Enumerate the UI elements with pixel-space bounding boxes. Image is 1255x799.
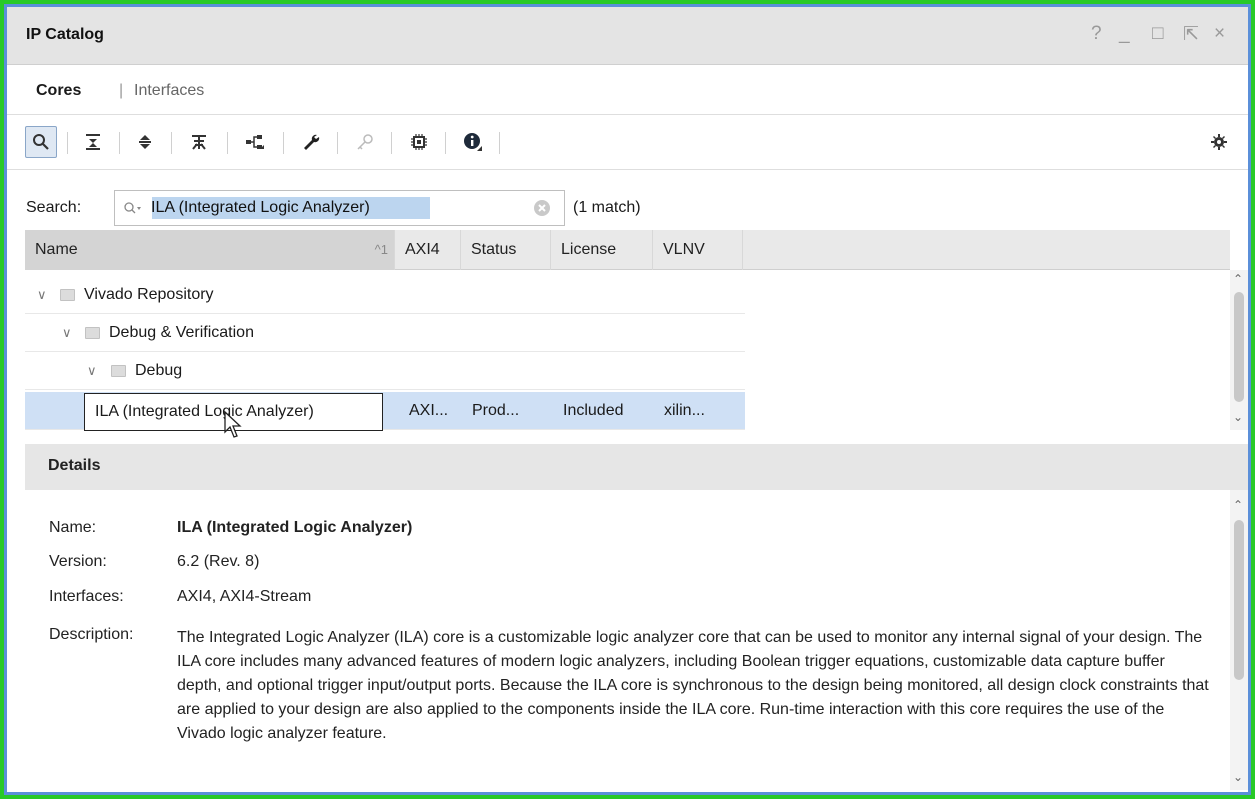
- details-version-label: Version:: [49, 553, 107, 570]
- column-name[interactable]: Name ^1: [25, 230, 395, 270]
- scroll-up-icon[interactable]: ⌃: [1233, 498, 1243, 512]
- chevron-down-icon[interactable]: ∨: [37, 276, 47, 314]
- details-description-label: Description:: [49, 626, 134, 643]
- details-title: Details: [48, 457, 101, 474]
- column-axi4[interactable]: AXI4: [395, 230, 461, 270]
- cell-license: Included: [563, 402, 624, 419]
- table-scrollbar[interactable]: ⌃ ⌄: [1230, 270, 1248, 430]
- details-panel: Name: ILA (Integrated Logic Analyzer) Ve…: [25, 490, 1248, 792]
- key-icon[interactable]: [349, 126, 381, 158]
- tree-row-label: Debug & Verification: [109, 324, 254, 341]
- details-scroll-thumb[interactable]: [1234, 520, 1244, 680]
- column-license[interactable]: License: [551, 230, 653, 270]
- expand-all-icon[interactable]: [129, 126, 161, 158]
- scroll-down-icon[interactable]: ⌄: [1233, 410, 1243, 424]
- cell-vlnv: xilin...: [664, 402, 705, 419]
- details-interfaces-label: Interfaces:: [49, 588, 124, 605]
- tree-row-debug-verification[interactable]: ∨ Debug & Verification: [25, 314, 745, 352]
- cell-axi4: AXI...: [409, 402, 449, 419]
- column-vlnv[interactable]: VLNV: [653, 230, 743, 270]
- info-icon[interactable]: [457, 126, 489, 158]
- ip-tree-table: Name ^1 AXI4 Status License VLNV ∨ Vivad…: [25, 230, 1248, 438]
- clear-search-icon[interactable]: [533, 199, 551, 217]
- toolbar: [7, 115, 1248, 170]
- column-status[interactable]: Status: [461, 230, 551, 270]
- tree-row-label: Debug: [135, 362, 183, 379]
- search-options-icon[interactable]: [123, 201, 143, 215]
- table-scroll-thumb[interactable]: [1234, 292, 1244, 402]
- cell-status: Prod...: [472, 402, 520, 419]
- details-description-value: The Integrated Logic Analyzer (ILA) core…: [177, 629, 1209, 742]
- tabs-bar: Cores | Interfaces: [7, 65, 1248, 115]
- scroll-down-icon[interactable]: ⌄: [1233, 770, 1243, 784]
- minimize-button[interactable]: _: [1119, 23, 1130, 45]
- sort-indicator: ^1: [374, 242, 388, 257]
- tab-cores[interactable]: Cores: [36, 82, 81, 100]
- settings-gear-icon[interactable]: [1203, 126, 1235, 158]
- chip-icon[interactable]: [403, 126, 435, 158]
- help-button[interactable]: ?: [1091, 23, 1102, 45]
- folder-icon: [111, 365, 126, 377]
- details-interfaces-value: AXI4, AXI4-Stream: [177, 588, 312, 605]
- title-bar: IP Catalog ? _ □ ⇱ ×: [7, 7, 1248, 65]
- group-icon[interactable]: [239, 126, 271, 158]
- scroll-up-icon[interactable]: ⌃: [1233, 272, 1243, 286]
- collapse-all-icon[interactable]: [77, 126, 109, 158]
- search-icon[interactable]: [25, 126, 57, 158]
- folder-icon: [60, 289, 75, 301]
- folder-icon: [85, 327, 100, 339]
- float-button[interactable]: ⇱: [1183, 23, 1199, 46]
- tree-row-label: Vivado Repository: [84, 286, 214, 303]
- filter-icon[interactable]: [183, 126, 215, 158]
- chevron-down-icon[interactable]: ∨: [87, 352, 97, 390]
- match-count: (1 match): [573, 199, 641, 216]
- search-label: Search:: [26, 199, 82, 216]
- close-button[interactable]: ×: [1214, 23, 1225, 45]
- details-scrollbar[interactable]: ⌃ ⌄: [1230, 490, 1248, 790]
- search-input[interactable]: [151, 197, 521, 219]
- search-row: Search: (1 match): [7, 170, 1248, 230]
- details-name-value: ILA (Integrated Logic Analyzer): [177, 519, 413, 536]
- details-header: Details: [25, 444, 1248, 490]
- details-version-value: 6.2 (Rev. 8): [177, 553, 260, 570]
- tree-row-vivado-repository[interactable]: ∨ Vivado Repository: [25, 276, 745, 314]
- window-title: IP Catalog: [26, 26, 104, 43]
- tree-row-debug[interactable]: ∨ Debug: [25, 352, 745, 390]
- tab-interfaces[interactable]: Interfaces: [134, 82, 204, 100]
- ip-catalog-window: IP Catalog ? _ □ ⇱ × Cores | Interfaces: [4, 4, 1251, 795]
- table-header: Name ^1 AXI4 Status License VLNV: [25, 230, 1230, 270]
- search-box[interactable]: [114, 190, 565, 226]
- maximize-button[interactable]: □: [1152, 23, 1163, 45]
- chevron-down-icon[interactable]: ∨: [62, 314, 72, 352]
- tooltip-text: ILA (Integrated Logic Analyzer): [95, 403, 314, 420]
- wrench-icon[interactable]: [295, 126, 327, 158]
- tab-separator: |: [119, 82, 124, 99]
- mouse-cursor-icon: [224, 410, 242, 438]
- details-name-label: Name:: [49, 519, 97, 536]
